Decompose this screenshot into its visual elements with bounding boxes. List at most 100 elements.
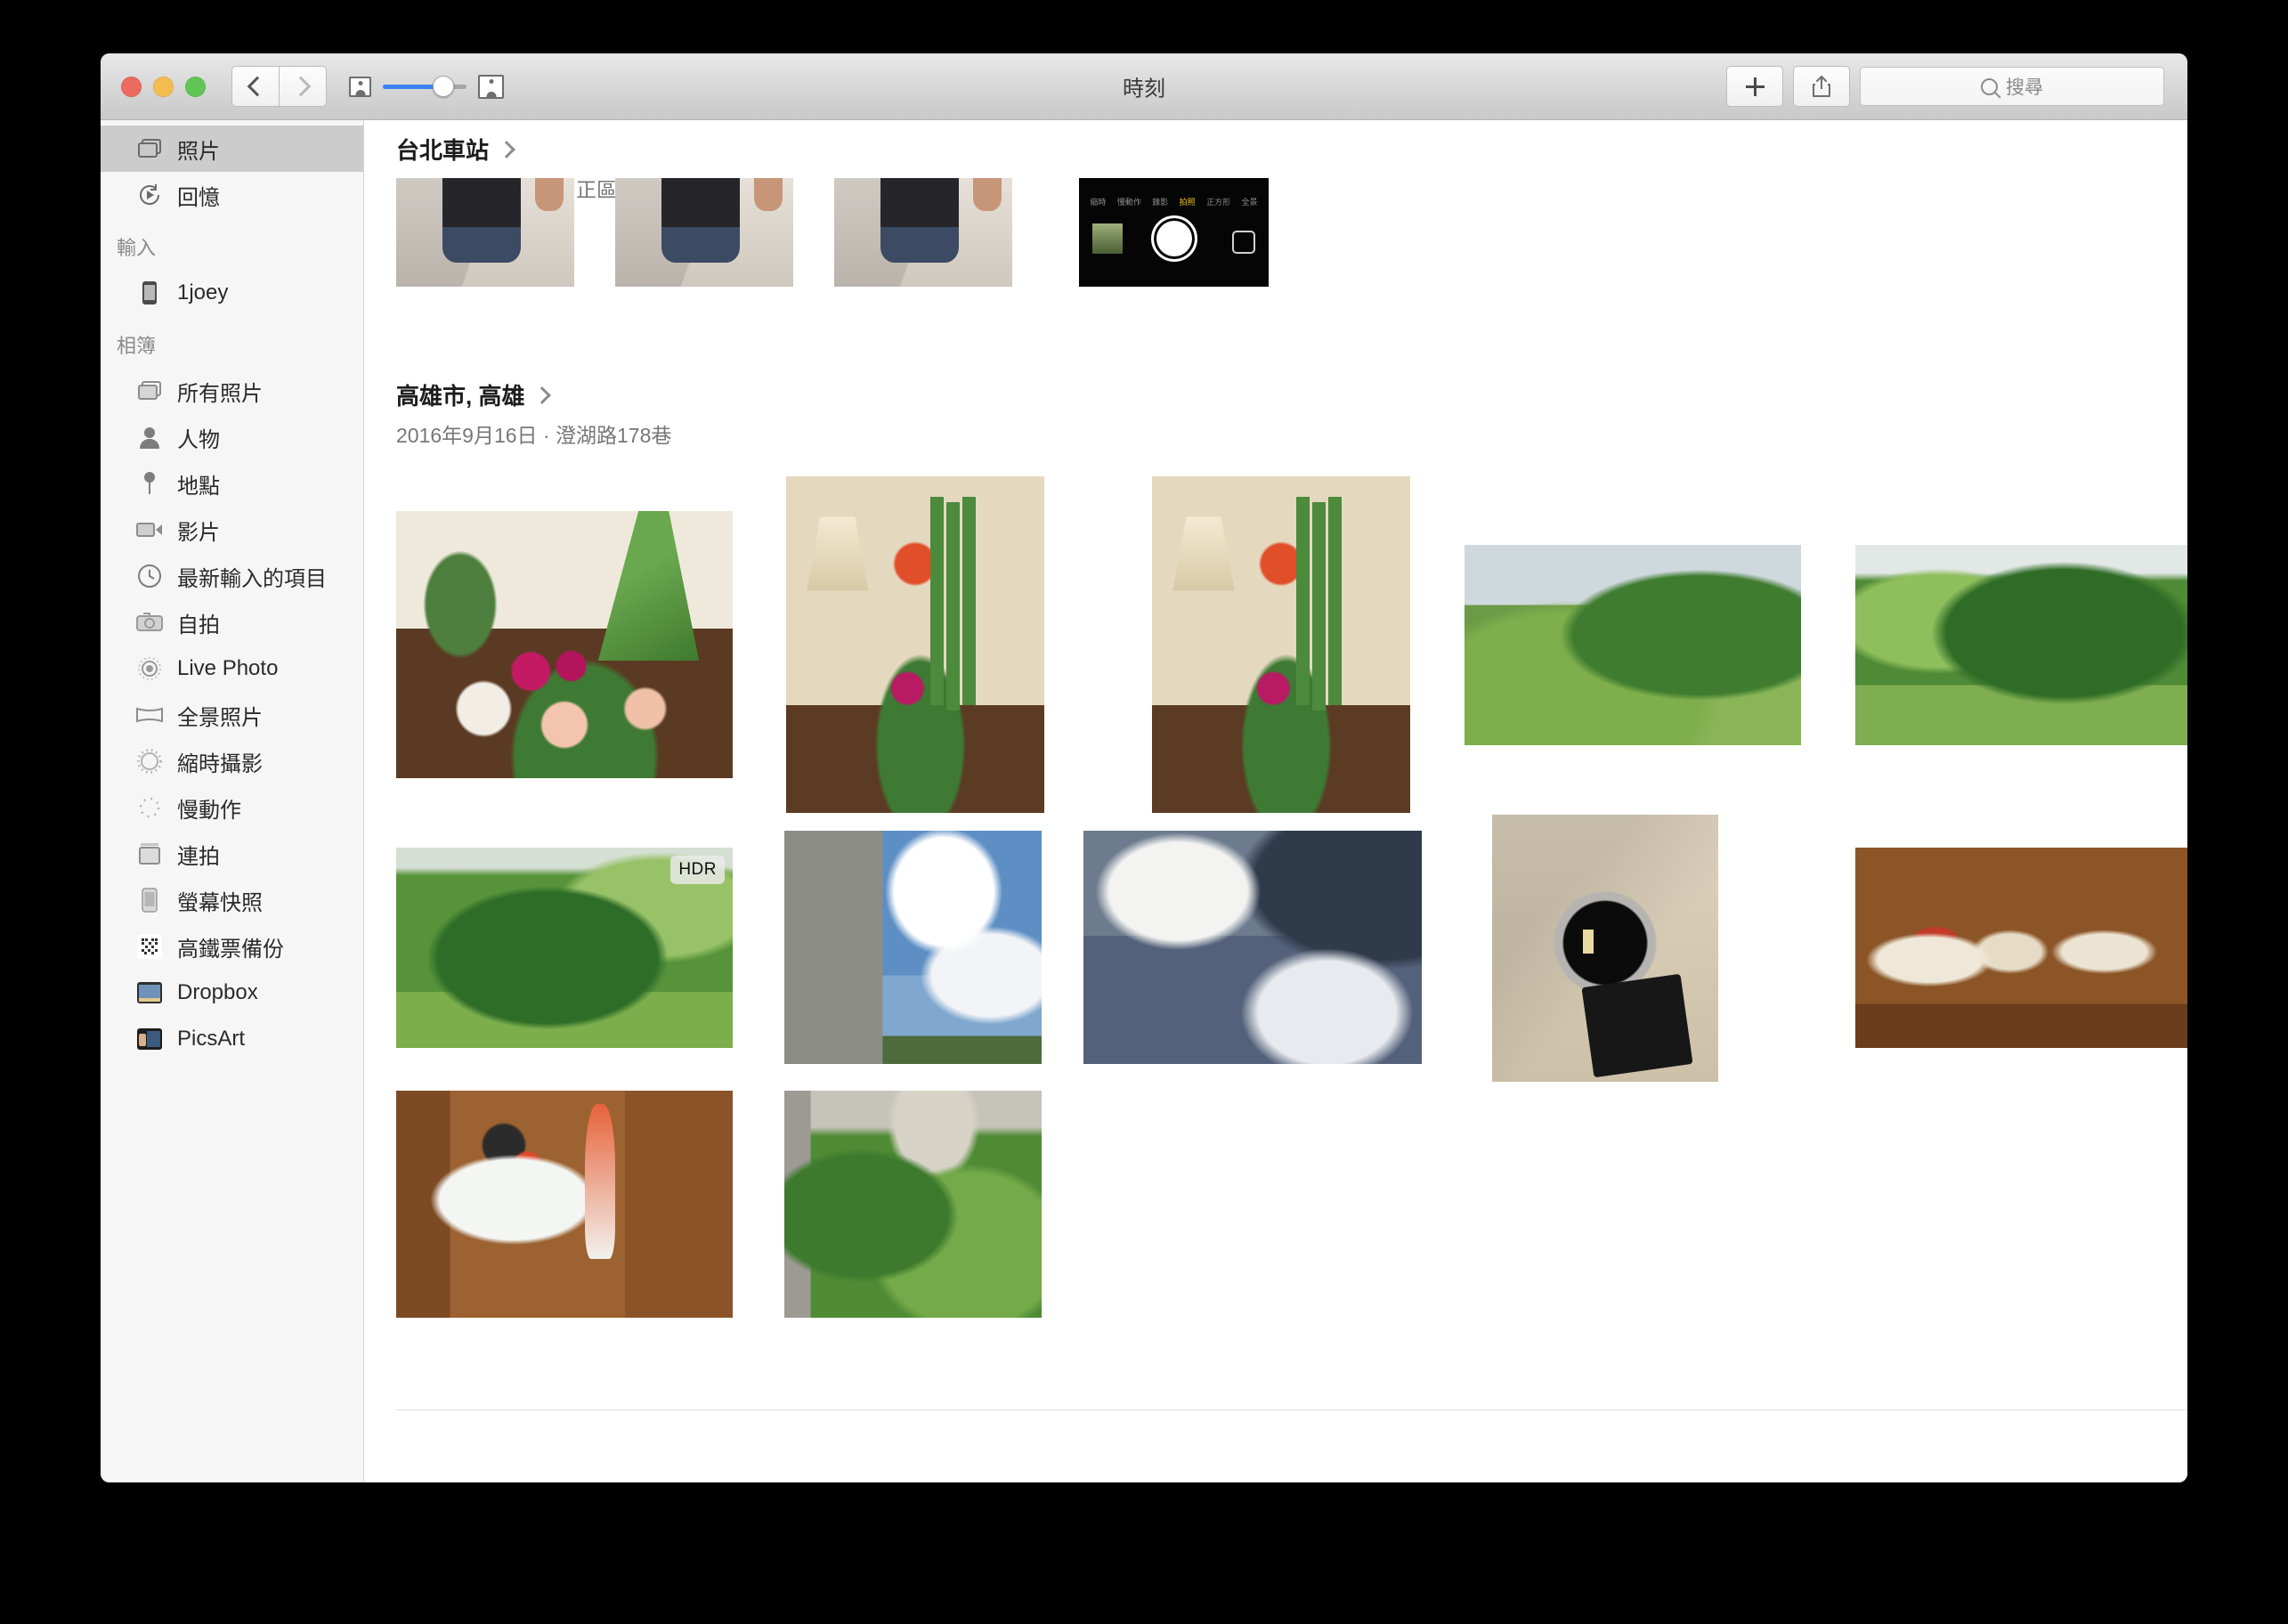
sidebar-item-live-photo[interactable]: Live Photo — [101, 646, 363, 692]
sidebar-item-selfies[interactable]: 自拍 — [101, 599, 363, 646]
sidebar-item-label: 高鐵票備份 — [177, 937, 284, 962]
sidebar-item-places[interactable]: 地點 — [101, 460, 363, 507]
photo-thumbnail — [834, 178, 1012, 287]
thumbnail-size-slider[interactable] — [349, 74, 504, 99]
hdr-badge: HDR — [670, 856, 725, 884]
photo-camera-screenshot[interactable]: 縮時 慢動作 錄影 拍照 正方形 全景 — [1079, 178, 1269, 287]
photo-flower-arrangement-roses[interactable] — [396, 511, 733, 778]
sidebar-item-1joey[interactable]: 1joey — [101, 270, 363, 316]
photo-clown-with-saxophone[interactable] — [396, 1091, 733, 1318]
sidebar-item-bursts[interactable]: 連拍 — [101, 831, 363, 877]
memories-icon — [136, 182, 163, 208]
live-photo-icon — [136, 655, 163, 682]
forward-button[interactable] — [280, 66, 327, 107]
sidebar-item-screenshots[interactable]: 螢幕快照 — [101, 877, 363, 923]
timelapse-icon — [136, 748, 163, 775]
photo-flower-arrangement-blue-vase[interactable] — [1152, 476, 1410, 813]
share-button[interactable] — [1793, 66, 1850, 107]
section-title: 高雄市, 高雄 — [396, 383, 525, 410]
photo-thumbnail — [615, 178, 793, 287]
sidebar-item-last-import[interactable]: 最新輸入的項目 — [101, 553, 363, 599]
photo-thumbnail — [784, 1091, 1042, 1318]
photo-hdr-foliage[interactable]: HDR — [396, 848, 733, 1048]
screen: 時刻 搜尋 照片 回憶 輸入 1joey 相簿 所有照片 人物 地點 影片 最新… — [0, 0, 2288, 1624]
photo-tiles-floor-2[interactable] — [615, 178, 793, 287]
close-button[interactable] — [121, 76, 142, 97]
photo-thumbnail — [396, 178, 574, 287]
camera-roll-thumbnail — [1091, 223, 1123, 255]
sidebar-item-people[interactable]: 人物 — [101, 414, 363, 460]
section-title: 台北車站 — [396, 137, 490, 164]
photo-tiles-floor-1[interactable] — [396, 178, 574, 287]
section-title-row[interactable]: 高雄市, 高雄 — [396, 378, 671, 411]
photo-wristwatch-on-granite[interactable] — [1492, 815, 1718, 1082]
screenshot-icon — [136, 887, 163, 914]
sidebar-item-time-lapse[interactable]: 縮時攝影 — [101, 738, 363, 784]
sidebar-item-panoramas[interactable]: 全景照片 — [101, 692, 363, 738]
photo-thumbnail — [784, 831, 1042, 1064]
camera-mode: 全景 — [1241, 197, 1258, 207]
sidebar-item-hsr-ticket-backup[interactable]: 高鐵票備份 — [101, 923, 363, 970]
photo-building-and-clouds[interactable] — [784, 831, 1042, 1064]
traffic-lights — [121, 76, 206, 97]
photo-thumbnail — [786, 476, 1044, 813]
sidebar-item-photos[interactable]: 照片 — [101, 126, 363, 172]
sidebar-item-label: 自拍 — [177, 613, 220, 637]
photo-green-foliage[interactable] — [1855, 545, 2187, 745]
sidebar-section-imports: 輸入 — [117, 237, 157, 259]
album-thumbnail-icon — [136, 1026, 163, 1052]
sidebar-item-memories[interactable]: 回憶 — [101, 172, 363, 218]
photos-window: 時刻 搜尋 照片 回憶 輸入 1joey 相簿 所有照片 人物 地點 影片 最新… — [101, 53, 2187, 1482]
sidebar-item-dropbox[interactable]: Dropbox — [101, 970, 363, 1016]
shutter-button-icon — [1150, 215, 1197, 263]
photo-tiles-floor-3[interactable] — [834, 178, 1012, 287]
plus-icon — [1745, 77, 1765, 96]
places-pin-icon — [136, 470, 163, 497]
section-date: 2016年9月16日 — [396, 424, 538, 447]
search-input[interactable]: 搜尋 — [1860, 67, 2164, 106]
photo-garden-trees[interactable] — [784, 1091, 1042, 1318]
section-subtitle: 2016年9月16日 · 澄湖路178巷 — [396, 418, 671, 449]
section-separator: · — [542, 424, 550, 447]
sidebar-item-videos[interactable]: 影片 — [101, 507, 363, 553]
minimize-button[interactable] — [153, 76, 174, 97]
content-scroller[interactable]: 台北車站 2016年9月16日 · 中正區, 台北 — [364, 120, 2187, 1482]
photo-grid-taipei[interactable]: 縮時 慢動作 錄影 拍照 正方形 全景 — [378, 178, 2187, 361]
sidebar-item-picsart[interactable]: PicsArt — [101, 1016, 363, 1062]
slider-track[interactable] — [383, 76, 467, 97]
add-button[interactable] — [1726, 66, 1783, 107]
sidebar-item-label: 全景照片 — [177, 705, 263, 730]
search-placeholder: 搜尋 — [2006, 77, 2043, 98]
photo-hillside-trees-building[interactable] — [1464, 545, 1801, 745]
photo-thumbnail — [1083, 831, 1422, 1064]
qrcode-thumbnail-icon — [136, 933, 163, 960]
camera-mode: 縮時 — [1090, 197, 1107, 207]
slider-knob[interactable] — [432, 76, 454, 97]
photo-flower-arrangement-lamp[interactable] — [786, 476, 1044, 813]
chevron-right-icon[interactable] — [533, 386, 552, 404]
photo-thumbnail — [1464, 545, 1801, 745]
zoom-button[interactable] — [185, 76, 206, 97]
chevron-right-icon[interactable] — [498, 140, 515, 158]
sidebar-item-slo-mo[interactable]: 慢動作 — [101, 784, 363, 831]
camera-mode-active: 拍照 — [1179, 197, 1196, 207]
photo-thumbnail: 縮時 慢動作 錄影 拍照 正方形 全景 — [1079, 178, 1269, 287]
chevron-right-icon — [290, 76, 312, 97]
small-thumbnail-icon[interactable] — [349, 76, 371, 97]
section-divider — [396, 1409, 2187, 1410]
photo-porcelain-figurines[interactable] — [1855, 848, 2187, 1048]
sidebar-item-label: 人物 — [177, 427, 220, 452]
sidebar-item-label: 慢動作 — [177, 798, 241, 823]
large-thumbnail-icon[interactable] — [478, 74, 504, 99]
sidebar-item-all-photos[interactable]: 所有照片 — [101, 368, 363, 414]
camera-mode-strip: 縮時 慢動作 錄影 拍照 正方形 全景 — [1079, 196, 1269, 207]
camera-mode: 正方形 — [1206, 197, 1231, 207]
photos-icon — [136, 135, 163, 162]
navigation-buttons — [231, 66, 327, 107]
photo-grid-kaohsiung[interactable]: HDR — [378, 467, 2187, 1358]
toolbar-right-group: 搜尋 — [1726, 66, 2164, 107]
section-title-row[interactable]: 台北車站 — [396, 133, 669, 166]
photo-cloudy-sky[interactable] — [1083, 831, 1422, 1064]
back-button[interactable] — [231, 66, 280, 107]
photos-content-area[interactable]: 台北車站 2016年9月16日 · 中正區, 台北 — [364, 120, 2187, 1482]
